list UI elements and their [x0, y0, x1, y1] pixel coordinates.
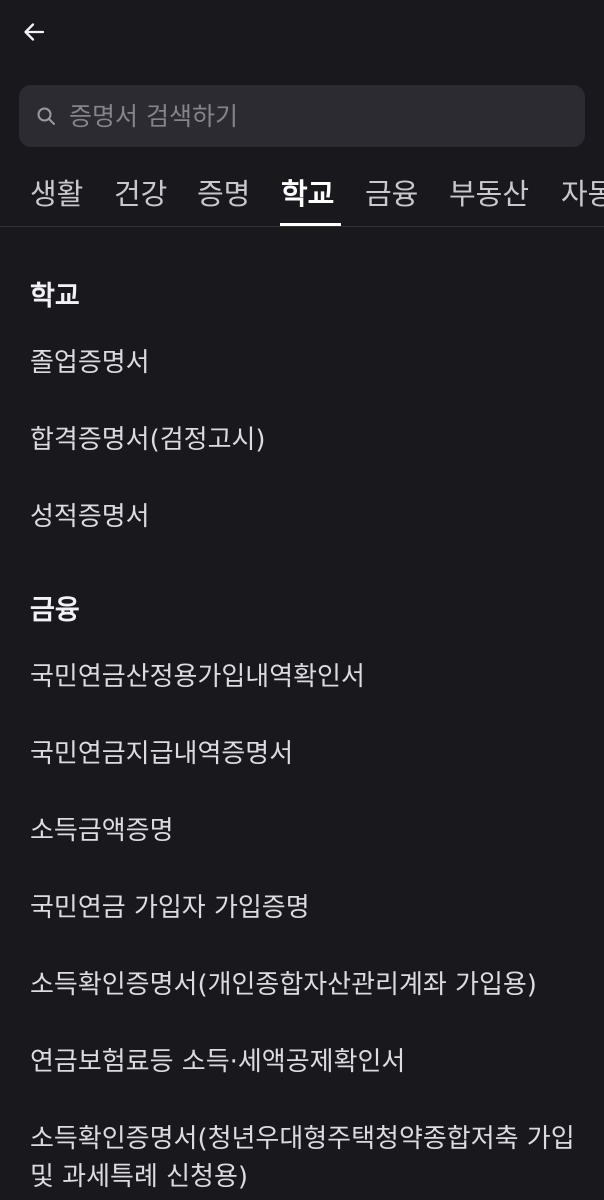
search-bar[interactable] [19, 85, 585, 147]
list-item[interactable]: 국민연금지급내역증명서 [30, 735, 590, 773]
tab-health[interactable]: 건강 [114, 174, 167, 226]
list-item[interactable]: 연금보험료등 소득·세액공제확인서 [30, 1043, 590, 1081]
search-icon [35, 105, 57, 127]
list-item[interactable]: 국민연금 가입자 가입증명 [30, 889, 590, 927]
active-tab-indicator [280, 223, 341, 226]
section-title-finance: 금융 [30, 595, 80, 626]
tab-life[interactable]: 생활 [30, 174, 83, 226]
top-bar [0, 0, 604, 70]
tab-finance[interactable]: 금융 [365, 174, 418, 226]
section-title-school: 학교 [30, 281, 80, 312]
arrow-left-icon [22, 20, 46, 48]
list-item[interactable]: 소득금액증명 [30, 812, 590, 850]
tab-school[interactable]: 학교 [281, 174, 334, 226]
list-item[interactable]: 성적증명서 [30, 498, 590, 536]
list-item[interactable]: 졸업증명서 [30, 344, 590, 382]
category-tabs: 생활 건강 증명 학교 금융 부동산 자동차 [0, 160, 604, 227]
list-item[interactable]: 소득확인증명서(청년우대형주택청약종합저축 가입 및 과세특례 신청용) [30, 1120, 590, 1196]
list-item[interactable]: 합격증명서(검정고시) [30, 421, 590, 459]
list-item[interactable]: 소득확인증명서(개인종합자산관리계좌 가입용) [30, 966, 590, 1004]
back-button[interactable] [14, 14, 54, 54]
search-input[interactable] [69, 86, 585, 146]
list-item[interactable]: 국민연금산정용가입내역확인서 [30, 658, 590, 696]
tab-certificate[interactable]: 증명 [197, 174, 250, 226]
tab-car[interactable]: 자동차 [561, 174, 604, 226]
tab-real-estate[interactable]: 부동산 [449, 174, 529, 226]
